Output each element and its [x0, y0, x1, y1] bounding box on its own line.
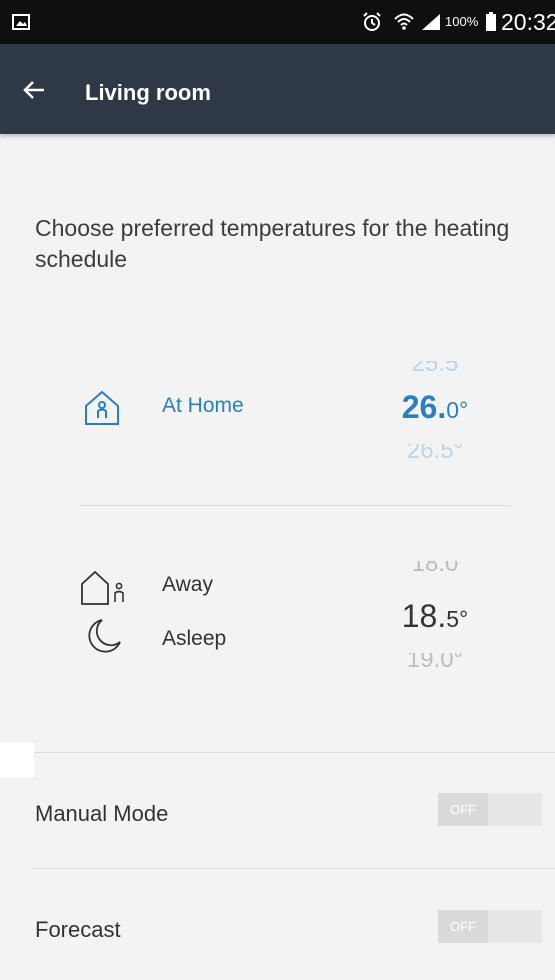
mode-label-at-home[interactable]: At Home — [162, 394, 244, 418]
battery-icon — [486, 12, 496, 31]
forecast-toggle-state: OFF — [438, 910, 488, 943]
forecast-toggle[interactable]: OFF — [438, 910, 542, 943]
back-arrow-icon[interactable] — [18, 74, 50, 106]
home-temp-next: 26.5° — [406, 444, 464, 458]
away-temp-next: 19.0° — [406, 653, 464, 667]
divider — [34, 868, 555, 869]
gallery-icon — [12, 14, 30, 30]
wifi-icon — [394, 13, 414, 30]
signal-icon — [422, 14, 440, 30]
manual-mode-toggle[interactable]: OFF — [438, 793, 542, 826]
away-temp-previous: 18.0 — [411, 561, 459, 575]
alarm-icon — [363, 12, 381, 31]
mode-label-asleep[interactable]: Asleep — [162, 627, 226, 651]
app-bar: Living room — [0, 44, 555, 134]
moon-icon — [88, 619, 121, 653]
home-temp-previous: 25.5 — [411, 361, 459, 375]
divider — [34, 752, 555, 753]
manual-mode-label: Manual Mode — [35, 801, 169, 826]
page-title: Living room — [85, 80, 211, 105]
status-time: 20:32 — [501, 9, 555, 35]
status-bar: 100% 20:32 — [0, 0, 555, 44]
divider — [80, 505, 510, 506]
home-temperature-picker[interactable]: 25.5 26.0° 26.5° — [380, 361, 490, 458]
home-temp-current: 26.0° — [401, 389, 469, 425]
house-outline-person-icon — [81, 570, 124, 605]
edge-artifact — [0, 743, 34, 777]
battery-percentage: 100% — [445, 14, 479, 29]
house-person-icon — [85, 390, 119, 425]
away-temp-current: 18.5° — [401, 598, 469, 634]
mode-label-away[interactable]: Away — [162, 573, 213, 597]
intro-text: Choose preferred temperatures for the he… — [35, 215, 510, 272]
away-temperature-picker[interactable]: 18.0 18.5° 19.0° — [380, 561, 490, 667]
manual-mode-toggle-state: OFF — [438, 793, 488, 826]
forecast-label: Forecast — [35, 917, 121, 942]
